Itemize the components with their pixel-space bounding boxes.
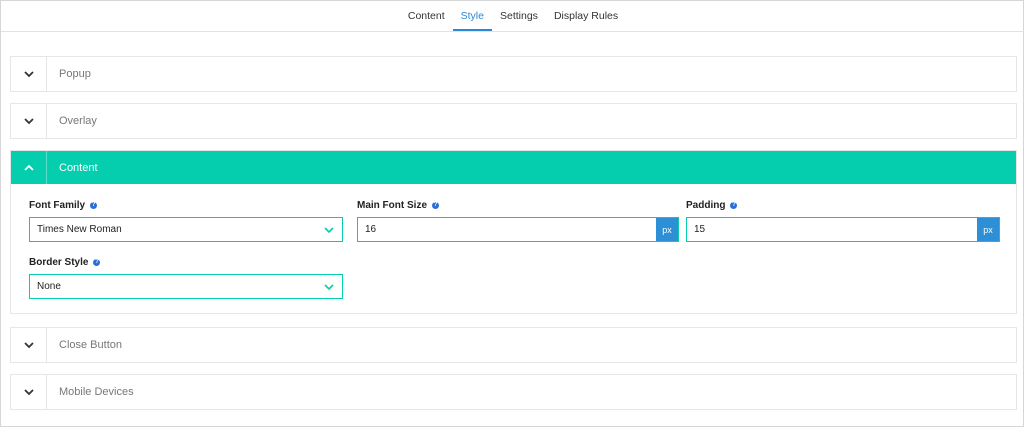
padding-unit: px [977, 218, 999, 241]
section-content-title: Content [59, 161, 98, 174]
help-icon[interactable]: ? [93, 259, 101, 266]
main-font-size-unit: px [656, 218, 678, 241]
section-popup-title: Popup [59, 68, 91, 80]
help-icon[interactable]: ? [730, 202, 738, 209]
font-family-select[interactable]: Times New Roman [29, 217, 343, 242]
section-close-button-title: Close Button [59, 339, 122, 351]
chevron-down-icon[interactable] [11, 57, 47, 91]
tab-bar: Content Style Settings Display Rules [1, 1, 1024, 32]
tab-display-rules[interactable]: Display Rules [546, 10, 626, 31]
settings-panel: Content Style Settings Display Rules Pop… [0, 0, 1024, 427]
section-popup: Popup [10, 56, 1017, 92]
section-content: Content Font Family ? Times New Roman Ma… [10, 150, 1017, 314]
main-font-size-input[interactable]: 16 px [357, 217, 679, 242]
chevron-down-icon[interactable] [11, 375, 47, 409]
tab-style[interactable]: Style [452, 10, 492, 31]
border-style-value: None [37, 281, 61, 292]
section-close-button: Close Button [10, 327, 1017, 363]
section-overlay-header[interactable]: Overlay [11, 104, 1016, 138]
padding-value: 15 [694, 224, 706, 235]
main-font-size-value: 16 [365, 224, 377, 235]
border-style-field: Border Style ? None [29, 257, 343, 305]
section-close-button-header[interactable]: Close Button [11, 328, 1016, 362]
chevron-down-icon[interactable] [11, 328, 47, 362]
section-mobile-devices-header[interactable]: Mobile Devices [11, 375, 1016, 409]
border-style-label: Border Style [29, 257, 89, 268]
section-mobile-devices: Mobile Devices [10, 374, 1017, 410]
font-family-field: Font Family ? Times New Roman [29, 200, 343, 248]
tab-content[interactable]: Content [400, 10, 453, 31]
main-font-size-label: Main Font Size [357, 200, 427, 211]
section-content-body: Font Family ? Times New Roman Main Font … [11, 184, 1016, 313]
padding-field: Padding ? 15 px [686, 200, 1000, 248]
section-mobile-devices-title: Mobile Devices [59, 386, 134, 398]
section-overlay-title: Overlay [59, 115, 97, 127]
chevron-up-icon[interactable] [11, 151, 47, 184]
chevron-down-icon [324, 226, 334, 237]
padding-label: Padding [686, 200, 726, 211]
tab-settings[interactable]: Settings [492, 10, 546, 31]
chevron-down-icon [324, 283, 334, 294]
section-content-header[interactable]: Content [11, 151, 1016, 184]
padding-input[interactable]: 15 px [686, 217, 1000, 242]
chevron-down-icon[interactable] [11, 104, 47, 138]
help-icon[interactable]: ? [432, 202, 439, 209]
border-style-select[interactable]: None [29, 274, 343, 299]
section-popup-header[interactable]: Popup [11, 57, 1016, 91]
font-family-label: Font Family [29, 200, 86, 211]
font-family-value: Times New Roman [37, 224, 122, 235]
main-font-size-field: Main Font Size ? 16 px [357, 200, 679, 248]
section-overlay: Overlay [10, 103, 1017, 139]
help-icon[interactable]: ? [90, 202, 98, 209]
